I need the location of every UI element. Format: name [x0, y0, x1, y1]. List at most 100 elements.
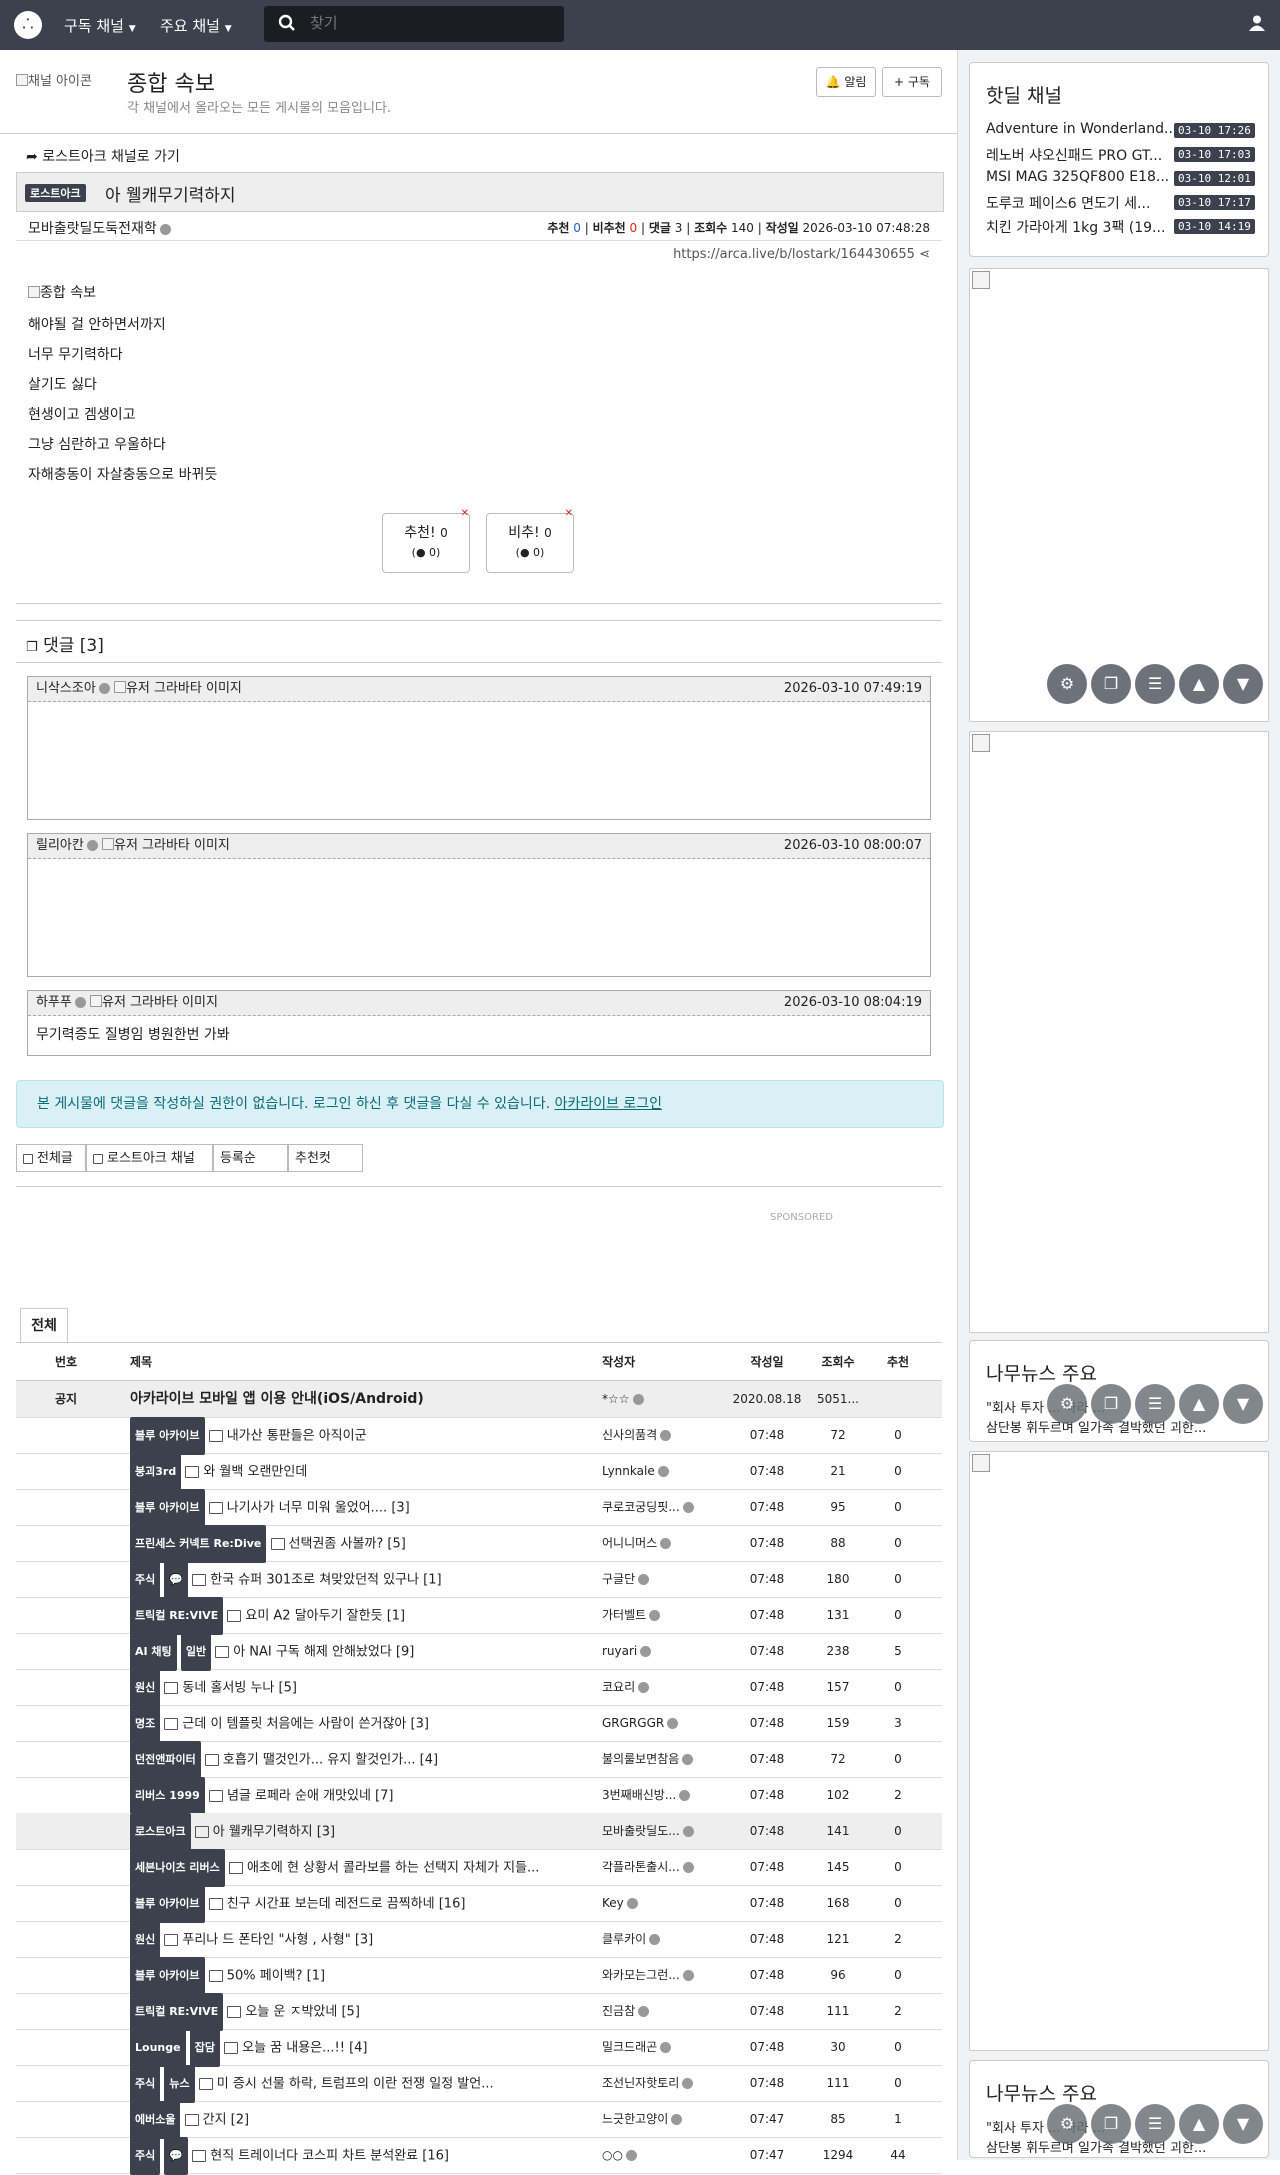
row-author[interactable]: 와카모는그런... — [602, 1957, 722, 1993]
category-badge[interactable]: 블루 아카이브 — [130, 1489, 205, 1527]
tab-all-posts[interactable]: 전체글 — [16, 1144, 86, 1172]
table-row[interactable]: 트릭컬 RE:VIVE 요미 A2 달아두기 잘한듯 [1] 가터벨트 07:48 1… — [16, 1597, 942, 1635]
hotdeal-item[interactable]: 치킨 가라아게 1kg 3팩 (19... 03-10 14:19 — [986, 217, 1256, 237]
tab-sort-date[interactable]: 등록순 — [213, 1144, 288, 1172]
row-author[interactable]: Key — [602, 1885, 722, 1921]
ad-slot[interactable] — [969, 731, 1269, 1333]
table-row[interactable]: 명조 근데 이 템플릿 처음에는 사람이 쓴거잖아 [3] GRGRGGR 07:4… — [16, 1705, 942, 1743]
nav-subscribed-channels[interactable]: 구독 채널 ▼ — [64, 15, 136, 36]
category-badge[interactable]: 블루 아카이브 — [130, 1957, 205, 1995]
table-row[interactable]: 던전앤파이터 호흡기 땔것인가... 유지 할것인가... [4] 불의룰보면참음… — [16, 1741, 942, 1779]
table-row[interactable]: 원신 동네 홀서빙 누나 [5] 코요리 07:48 157 0 — [16, 1669, 942, 1707]
category-badge[interactable]: 💬 — [164, 2137, 189, 2175]
ad-slot[interactable] — [969, 1451, 1269, 2051]
row-author[interactable]: 각플라톤출시... — [602, 1849, 722, 1885]
category-badge[interactable]: AI 채팅 — [130, 1633, 177, 1671]
row-author[interactable]: Lynnkale — [602, 1453, 722, 1489]
category-badge[interactable]: 일반 — [180, 1633, 212, 1671]
search-input[interactable] — [308, 13, 552, 33]
row-author[interactable]: 쿠로코궁딩핏... — [602, 1489, 722, 1525]
category-badge[interactable]: 원신 — [130, 1921, 161, 1959]
vote-down-button[interactable]: 비추! 0 (● 0) ✕ — [486, 508, 574, 573]
list-button[interactable]: ☰ — [1135, 664, 1175, 704]
list-button[interactable]: ☰ — [1135, 2104, 1175, 2144]
row-author[interactable]: 진금참 — [602, 1993, 722, 2029]
nav-main-channels[interactable]: 주요 채널 ▼ — [160, 15, 232, 36]
site-logo[interactable]: ⸫ — [14, 11, 42, 39]
row-author[interactable]: GRGRGGR — [602, 1705, 722, 1741]
row-author[interactable]: 모바출랏딜도... — [602, 1813, 722, 1849]
settings-button[interactable]: ⚙ — [1047, 2104, 1087, 2144]
table-row[interactable]: 주식 💬 한국 슈퍼 301조로 쳐맞았던적 있구나 [1] 구글단 07:48 18… — [16, 1561, 942, 1599]
category-badge[interactable]: 주식 — [130, 2065, 161, 2103]
hotdeal-item[interactable]: MSI MAG 325QF800 E18... 03-10 12:01 — [986, 169, 1256, 189]
table-row[interactable]: 붕괴3rd 와 월백 오랜만인데 Lynnkale 07:48 21 0 — [16, 1453, 942, 1491]
category-badge[interactable]: 뉴스 — [164, 2065, 195, 2103]
hotdeal-item[interactable]: Adventure in Wonderland... 03-10 17:26 — [986, 121, 1256, 141]
post-url[interactable]: https://arca.live/b/lostark/164430655 ⋖ — [600, 247, 930, 262]
scroll-bottom-button[interactable]: ▼ — [1223, 2104, 1263, 2144]
subscribe-button[interactable]: + 구독 — [882, 67, 942, 97]
row-author[interactable]: 밀크드래곤 — [602, 2029, 722, 2065]
settings-button[interactable]: ⚙ — [1047, 664, 1087, 704]
row-author[interactable]: 느긋한고양이 — [602, 2101, 722, 2137]
category-badge[interactable]: 트릭컬 RE:VIVE — [130, 1597, 224, 1635]
post-category-badge[interactable]: 로스트아크 — [25, 184, 86, 202]
category-badge[interactable]: 던전앤파이터 — [130, 1741, 201, 1779]
hotdeal-item[interactable]: 레노버 샤오신패드 PRO GT... 03-10 17:03 — [986, 145, 1256, 165]
comments-jump-button[interactable]: ❐ — [1091, 1384, 1131, 1424]
comment-author[interactable]: 하푸푸 — [36, 995, 72, 1010]
table-row[interactable]: 블루 아카이브 나기사가 너무 미워 울었어.... [3] 쿠로코궁딩핏... 0… — [16, 1489, 942, 1527]
category-badge[interactable]: 블루 아카이브 — [130, 1885, 205, 1923]
category-badge[interactable]: 명조 — [130, 1705, 161, 1743]
comments-jump-button[interactable]: ❐ — [1091, 2104, 1131, 2144]
login-link[interactable]: 아카라이브 로그인 — [555, 1096, 663, 1112]
back-to-channel-link[interactable]: ➦ 로스트아크 채널로 가기 — [26, 146, 180, 166]
table-row[interactable]: 로스트아크 아 웰캐무기력하지 [3] 모바출랏딜도... 07:48 141 0 — [16, 1813, 942, 1851]
post-author[interactable]: 모바출랏딜도둑전재학 — [28, 218, 171, 238]
category-badge[interactable]: 주식 — [130, 2137, 161, 2175]
category-badge[interactable]: 로스트아크 — [130, 1813, 191, 1851]
scroll-top-button[interactable]: ▲ — [1179, 2104, 1219, 2144]
category-badge[interactable]: 잡담 — [189, 2029, 220, 2067]
user-icon[interactable] — [1248, 14, 1266, 36]
list-button[interactable]: ☰ — [1135, 1384, 1175, 1424]
row-author[interactable]: 어니니머스 — [602, 1525, 722, 1561]
category-badge[interactable]: 주식 — [130, 1561, 161, 1599]
row-author[interactable]: 구글단 — [602, 1561, 722, 1597]
table-row[interactable]: Lounge 잡담 오늘 꿈 내용은...!! [4] 밀크드래곤 07:48 30 0 — [16, 2029, 942, 2067]
row-author[interactable]: 불의룰보면참음 — [602, 1741, 722, 1777]
share-icon[interactable]: ⋖ — [919, 247, 930, 262]
table-row[interactable]: 리버스 1999 념글 로페라 순애 개맛있네 [7] 3번째배신방... 07:4… — [16, 1777, 942, 1815]
category-badge[interactable]: 💬 — [164, 1561, 189, 1599]
row-author[interactable]: ○○ — [602, 2137, 722, 2173]
table-row[interactable]: 블루 아카이브 내가산 통판들은 아직이군 신사의품격 07:48 72 0 — [16, 1417, 942, 1455]
table-row[interactable]: 원신 푸리나 드 폰타인 "사형 , 사형" [3] 클루카이 07:48 121 2 — [16, 1921, 942, 1959]
category-badge[interactable]: 블루 아카이브 — [130, 1417, 205, 1455]
row-author[interactable]: 조선닌자핫토리 — [602, 2065, 722, 2101]
category-badge[interactable]: 리버스 1999 — [130, 1777, 205, 1815]
row-author[interactable]: 가터벨트 — [602, 1597, 722, 1633]
table-row[interactable]: 블루 아카이브 50% 페이백? [1] 와카모는그런... 07:48 96 0 — [16, 1957, 942, 1995]
table-row[interactable]: 블루 아카이브 친구 시간표 보는데 레전드로 끔찍하네 [16] Key 07:4… — [16, 1885, 942, 1923]
table-row[interactable]: 주식 💬 현직 트레이너다 코스피 차트 분석완료 [16] ○○ 07:47 129… — [16, 2137, 942, 2175]
comments-jump-button[interactable]: ❐ — [1091, 664, 1131, 704]
comment-author[interactable]: 릴리아칸 — [36, 838, 84, 853]
row-author[interactable]: 신사의품격 — [602, 1417, 722, 1453]
category-badge[interactable]: 세븐나이츠 리버스 — [130, 1849, 225, 1887]
category-badge[interactable]: 붕괴3rd — [130, 1453, 182, 1491]
hotdeal-item[interactable]: 도루코 페이스6 면도기 세... 03-10 17:17 — [986, 193, 1256, 213]
comment-author[interactable]: 니삭스조아 — [36, 681, 96, 696]
scroll-bottom-button[interactable]: ▼ — [1223, 1384, 1263, 1424]
vote-up-button[interactable]: 추천! 0 (● 0) ✕ — [382, 508, 470, 573]
scroll-top-button[interactable]: ▲ — [1179, 1384, 1219, 1424]
row-author[interactable]: 클루카이 — [602, 1921, 722, 1957]
category-badge[interactable]: 원신 — [130, 1669, 161, 1707]
scroll-bottom-button[interactable]: ▼ — [1223, 664, 1263, 704]
notice-row[interactable]: 공지 아카라이브 모바일 앱 이용 안내(iOS/Android) *☆☆ 20… — [16, 1381, 942, 1418]
settings-button[interactable]: ⚙ — [1047, 1384, 1087, 1424]
table-row[interactable]: 에버소울 간지 [2] 느긋한고양이 07:47 85 1 — [16, 2101, 942, 2139]
table-row[interactable]: 세븐나이츠 리버스 애초에 현 상황서 콜라보를 하는 선택지 자체가 지들..… — [16, 1849, 942, 1887]
category-badge[interactable]: 에버소울 — [130, 2101, 181, 2139]
table-row[interactable]: 주식 뉴스 미 증시 선물 하락, 트럼프의 이란 전쟁 일정 발언... 조선닌… — [16, 2065, 942, 2103]
